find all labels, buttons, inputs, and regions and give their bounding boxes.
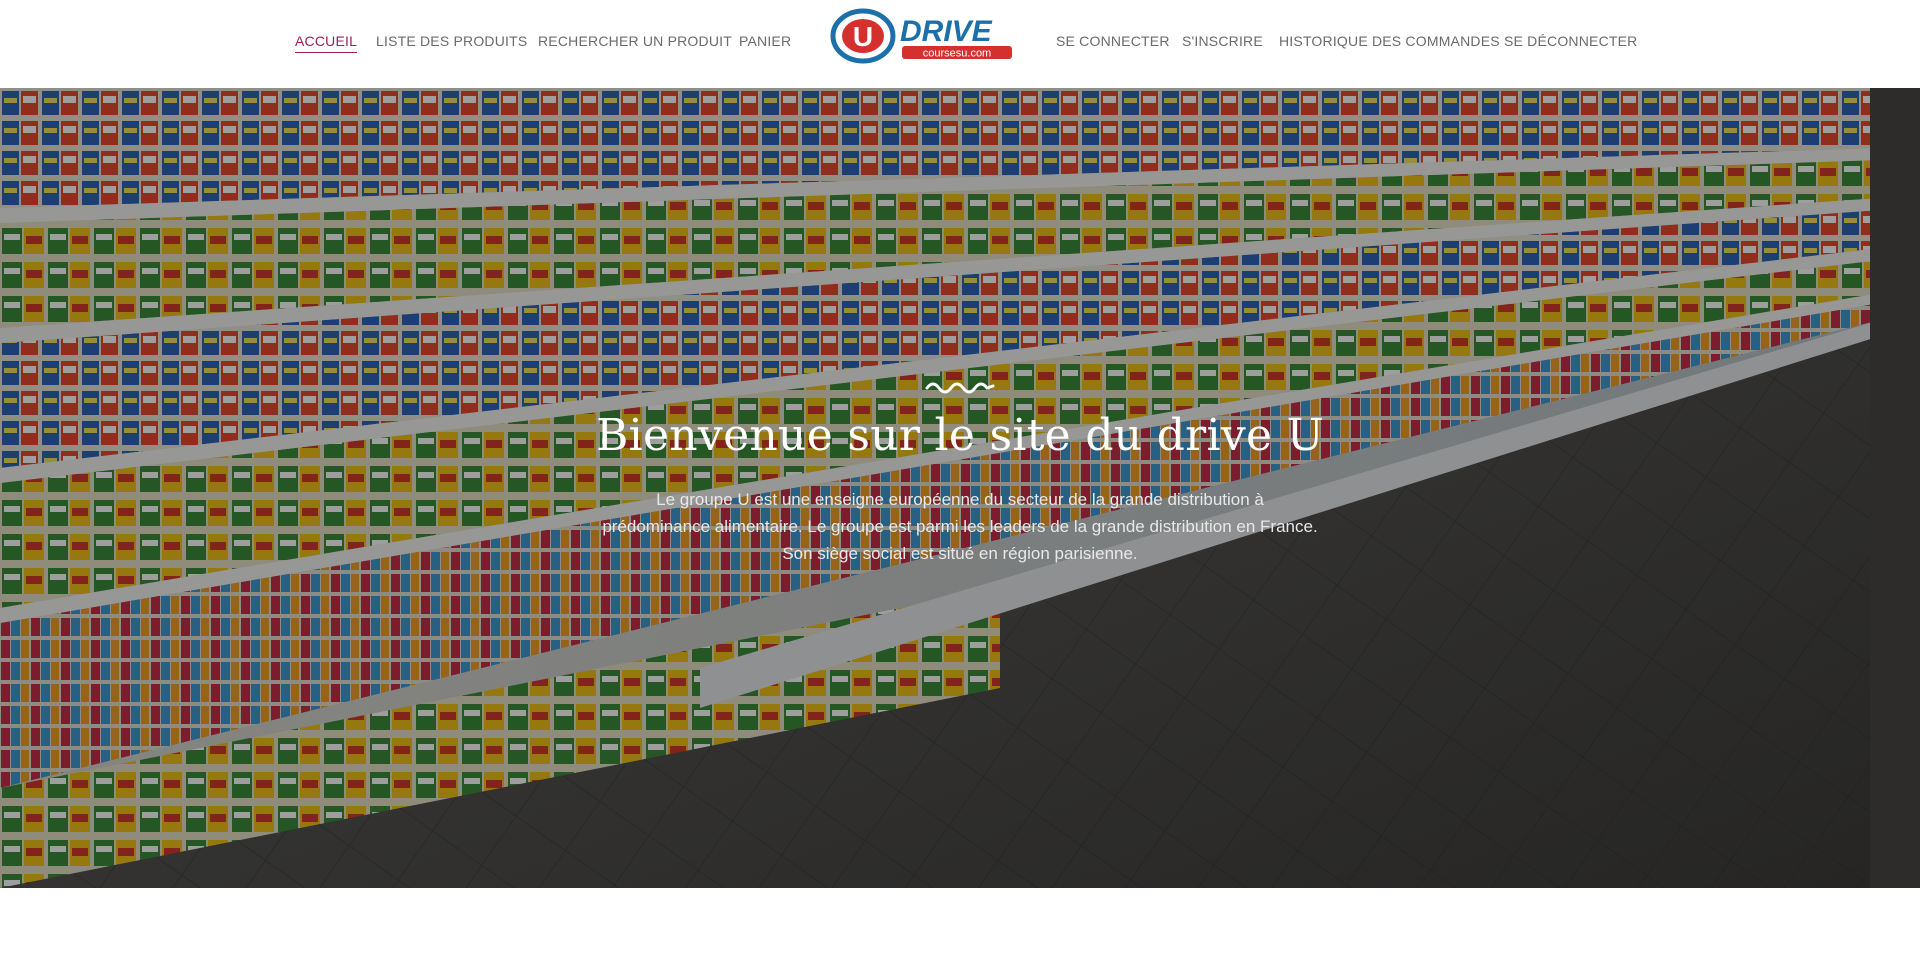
wave-divider-icon bbox=[925, 382, 995, 394]
top-navigation-bar: ACCUEIL LISTE DES PRODUITS RECHERCHER UN… bbox=[0, 0, 1920, 88]
drive-u-logo[interactable]: U DRIVE coursesu.com bbox=[830, 8, 1016, 64]
nav-link-se-deconnecter[interactable]: SE DÉCONNECTER bbox=[1504, 33, 1637, 49]
logo-letter: U bbox=[853, 21, 873, 52]
hero-description: Le groupe U est une enseigne européenne … bbox=[602, 490, 1318, 563]
hero-banner: Bienvenue sur le site du drive U Le grou… bbox=[0, 88, 1920, 888]
nav-link-panier[interactable]: PANIER bbox=[739, 33, 791, 49]
nav-link-s-inscrire[interactable]: S'INSCRIRE bbox=[1182, 33, 1263, 49]
hero-content: Bienvenue sur le site du drive U Le grou… bbox=[560, 378, 1360, 567]
logo-domain: coursesu.com bbox=[923, 48, 991, 60]
nav-link-historique-des-commandes[interactable]: HISTORIQUE DES COMMANDES bbox=[1279, 33, 1500, 49]
nav-link-liste-des-produits[interactable]: LISTE DES PRODUITS bbox=[376, 33, 527, 49]
hero-title: Bienvenue sur le site du drive U bbox=[595, 410, 1325, 461]
logo-word: DRIVE bbox=[900, 15, 993, 48]
nav-link-se-connecter[interactable]: SE CONNECTER bbox=[1056, 33, 1170, 49]
nav-link-accueil[interactable]: ACCUEIL bbox=[295, 33, 358, 53]
nav-link-rechercher-un-produit[interactable]: RECHERCHER UN PRODUIT bbox=[538, 33, 732, 49]
